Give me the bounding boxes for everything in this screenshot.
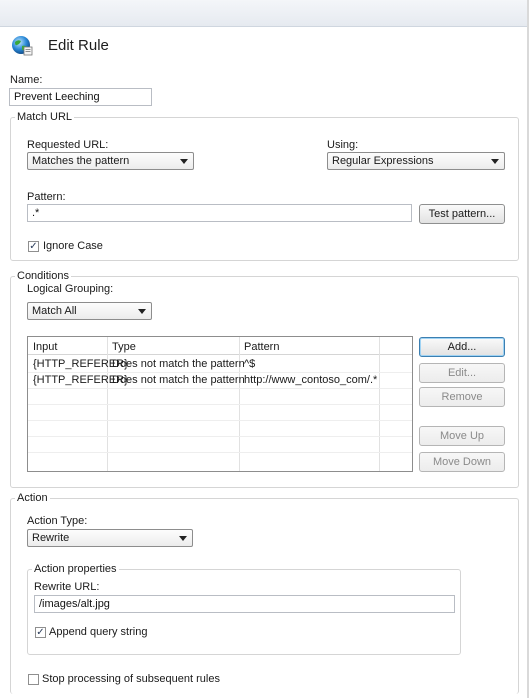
- row-divider: [28, 372, 412, 373]
- table-cell-pattern[interactable]: http://www_contoso_com/.*: [244, 374, 377, 386]
- table-cell-type[interactable]: Does not match the pattern: [112, 358, 245, 370]
- append-query-checkbox[interactable]: ✓: [35, 627, 46, 638]
- append-query-label: Append query string: [49, 626, 148, 638]
- column-header-pattern[interactable]: Pattern: [244, 341, 279, 353]
- column-header-type[interactable]: Type: [112, 341, 136, 353]
- remove-condition-button[interactable]: Remove: [419, 387, 505, 407]
- add-condition-button[interactable]: Add...: [419, 337, 505, 357]
- using-select[interactable]: Regular Expressions: [327, 152, 505, 170]
- move-up-button[interactable]: Move Up: [419, 426, 505, 446]
- chevron-down-icon: [138, 309, 146, 314]
- row-divider: [28, 436, 412, 437]
- requested-url-label: Requested URL:: [27, 139, 109, 151]
- action-type-label: Action Type:: [27, 515, 88, 527]
- action-type-value: Rewrite: [32, 532, 70, 544]
- stop-processing-checkbox[interactable]: [28, 674, 39, 685]
- page-title: Edit Rule: [48, 37, 109, 54]
- logical-grouping-value: Match All: [32, 305, 77, 317]
- row-divider: [28, 404, 412, 405]
- requested-url-select[interactable]: Matches the pattern: [27, 152, 194, 170]
- match-url-group-title: Match URL: [15, 111, 75, 123]
- globe-icon: [10, 33, 34, 57]
- name-input[interactable]: Prevent Leeching: [9, 88, 152, 106]
- action-group-title: Action: [15, 492, 50, 504]
- chevron-down-icon: [180, 159, 188, 164]
- name-label: Name:: [10, 74, 43, 86]
- conditions-table[interactable]: Input Type Pattern {HTTP_REFERER} Does n…: [27, 336, 413, 472]
- column-header-input[interactable]: Input: [33, 341, 57, 353]
- conditions-group-title: Conditions: [15, 270, 71, 282]
- using-label: Using:: [327, 139, 359, 151]
- logical-grouping-select[interactable]: Match All: [27, 302, 152, 320]
- logical-grouping-label: Logical Grouping:: [27, 283, 114, 295]
- action-properties-title: Action properties: [32, 563, 119, 575]
- ignore-case-checkbox[interactable]: ✓: [28, 241, 39, 252]
- table-header: [28, 337, 412, 355]
- chevron-down-icon: [179, 536, 187, 541]
- requested-url-value: Matches the pattern: [32, 155, 130, 167]
- pattern-input[interactable]: .*: [27, 204, 412, 222]
- move-down-button[interactable]: Move Down: [419, 452, 505, 472]
- rewrite-url-label: Rewrite URL:: [34, 581, 100, 593]
- edit-condition-button[interactable]: Edit...: [419, 363, 505, 383]
- rewrite-url-input[interactable]: /images/alt.jpg: [34, 595, 455, 613]
- row-divider: [28, 452, 412, 453]
- ignore-case-label: Ignore Case: [43, 240, 103, 252]
- row-divider: [28, 420, 412, 421]
- pattern-label: Pattern:: [27, 191, 66, 203]
- table-cell-pattern[interactable]: ^$: [244, 358, 255, 370]
- stop-processing-label: Stop processing of subsequent rules: [42, 673, 220, 685]
- using-value: Regular Expressions: [332, 155, 434, 167]
- row-divider: [28, 388, 412, 389]
- chevron-down-icon: [491, 159, 499, 164]
- action-type-select[interactable]: Rewrite: [27, 529, 193, 547]
- window-top-bar: [0, 0, 529, 27]
- table-cell-type[interactable]: Does not match the pattern: [112, 374, 245, 386]
- test-pattern-button[interactable]: Test pattern...: [419, 204, 505, 224]
